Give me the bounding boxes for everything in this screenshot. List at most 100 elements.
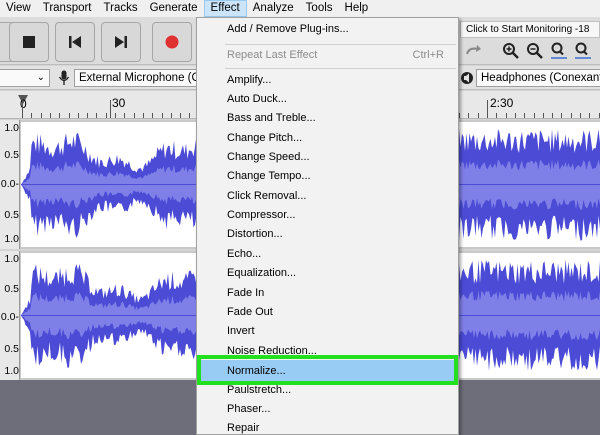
- menu-effect[interactable]: Effect: [203, 0, 247, 17]
- menu-view[interactable]: View: [0, 0, 37, 17]
- amplitude-scale: 1.0 0.5 0.0- 0.5 1.0: [0, 120, 20, 249]
- minor-tick: [189, 113, 190, 118]
- menu-tracks[interactable]: Tracks: [98, 0, 144, 17]
- minor-tick: [41, 113, 42, 118]
- menu-item-invert[interactable]: Invert: [197, 322, 458, 341]
- scale-label: 1.0: [4, 122, 19, 134]
- record-button[interactable]: [152, 22, 192, 62]
- scale-label: 1.0: [4, 253, 19, 265]
- menu-item-noise-reduction[interactable]: Noise Reduction...: [197, 342, 458, 361]
- fit-selection-icon[interactable]: [548, 40, 570, 62]
- minor-tick: [561, 113, 562, 118]
- menu-item-repeat-last-effect: Repeat Last Effect Ctrl+R: [197, 46, 458, 65]
- minor-tick: [506, 113, 507, 118]
- scale-label: 0.5: [4, 209, 19, 221]
- scale-label: 0.5: [4, 283, 19, 295]
- menubar: View Transport Tracks Generate Effect An…: [0, 0, 600, 17]
- menu-item-change-tempo[interactable]: Change Tempo...: [197, 167, 458, 186]
- fit-project-icon[interactable]: [572, 40, 594, 62]
- minor-tick: [459, 113, 460, 118]
- minor-tick: [543, 113, 544, 118]
- minor-tick: [22, 113, 23, 118]
- minor-tick: [69, 113, 70, 118]
- minor-tick: [589, 113, 590, 118]
- menu-item-echo[interactable]: Echo...: [197, 245, 458, 264]
- minor-tick: [96, 113, 97, 118]
- menu-item-paulstretch[interactable]: Paulstretch...: [197, 381, 458, 400]
- minor-tick: [162, 113, 163, 118]
- minor-tick: [31, 113, 32, 118]
- speaker-icon: [461, 72, 473, 84]
- zoom-toolbar: [460, 40, 600, 63]
- menu-item-change-speed[interactable]: Change Speed...: [197, 148, 458, 167]
- minor-tick: [143, 113, 144, 118]
- scale-label: 0.0-: [0, 178, 19, 190]
- skip-to-end-button[interactable]: [101, 22, 141, 62]
- monitor-meter[interactable]: Click to Start Monitoring -18: [460, 21, 600, 38]
- tick-label-0: 0: [20, 97, 27, 111]
- menu-item-compressor[interactable]: Compressor...: [197, 206, 458, 225]
- menu-item-repair[interactable]: Repair: [197, 419, 458, 434]
- minor-tick: [124, 113, 125, 118]
- amplitude-scale: 1.0 0.5 0.0- 0.5 1.0: [0, 251, 20, 380]
- zoom-in-icon[interactable]: [500, 40, 522, 62]
- menu-item-click-removal[interactable]: Click Removal...: [197, 187, 458, 206]
- menu-help[interactable]: Help: [339, 0, 375, 17]
- minor-tick: [152, 113, 153, 118]
- tick-label-30: 30: [112, 96, 126, 110]
- menu-generate[interactable]: Generate: [144, 0, 204, 17]
- minor-tick: [524, 113, 525, 118]
- minor-tick: [478, 113, 479, 118]
- stop-button[interactable]: [9, 22, 49, 62]
- menu-item-amplify[interactable]: Amplify...: [197, 71, 458, 90]
- menu-analyze[interactable]: Analyze: [247, 0, 300, 17]
- scale-label: 0.0-: [0, 311, 19, 323]
- minor-tick: [78, 113, 79, 118]
- menu-separator: [225, 68, 456, 69]
- chevron-down-icon: ⌄: [36, 72, 45, 83]
- input-device-dropdown[interactable]: External Microphone (C: [74, 69, 199, 87]
- menu-item-change-pitch[interactable]: Change Pitch...: [197, 129, 458, 148]
- skip-to-start-button[interactable]: [55, 22, 95, 62]
- audio-host-dropdown[interactable]: ⌄: [0, 69, 50, 87]
- minor-tick: [50, 113, 51, 118]
- scale-label: 0.5: [4, 343, 19, 355]
- skip-to-start-icon: [69, 36, 81, 48]
- menu-separator: [225, 44, 456, 45]
- minor-tick: [115, 113, 116, 118]
- menu-item-bass-treble[interactable]: Bass and Treble...: [197, 109, 458, 128]
- stop-icon: [23, 36, 35, 48]
- menu-item-auto-duck[interactable]: Auto Duck...: [197, 90, 458, 109]
- minor-tick: [496, 113, 497, 118]
- redo-icon[interactable]: [462, 40, 484, 62]
- menu-item-fade-in[interactable]: Fade In: [197, 284, 458, 303]
- menu-item-add-remove-plugins[interactable]: Add / Remove Plug-ins...: [197, 20, 458, 39]
- tick: [110, 100, 111, 118]
- effect-menu: Add / Remove Plug-ins... Repeat Last Eff…: [196, 17, 459, 435]
- menu-item-equalization[interactable]: Equalization...: [197, 264, 458, 283]
- shortcut-label: Ctrl+R: [412, 49, 444, 61]
- menu-item-distortion[interactable]: Distortion...: [197, 225, 458, 244]
- microphone-icon: [58, 70, 70, 85]
- menu-item-fade-out[interactable]: Fade Out: [197, 303, 458, 322]
- minor-tick: [87, 113, 88, 118]
- minor-tick: [180, 113, 181, 118]
- menu-item-label: Repeat Last Effect: [227, 49, 318, 61]
- minor-tick: [106, 113, 107, 118]
- minor-tick: [468, 113, 469, 118]
- menu-tools[interactable]: Tools: [300, 0, 339, 17]
- skip-to-end-icon: [115, 36, 127, 48]
- minor-tick: [487, 113, 488, 118]
- output-device-dropdown[interactable]: Headphones (Conexant I: [476, 69, 600, 87]
- minor-tick: [59, 113, 60, 118]
- menu-item-normalize[interactable]: Normalize...: [197, 360, 458, 382]
- zoom-out-icon[interactable]: [524, 40, 546, 62]
- scale-label: 1.0: [4, 365, 19, 377]
- minor-tick: [580, 113, 581, 118]
- scale-label: 1.0: [4, 233, 19, 245]
- menu-item-phaser[interactable]: Phaser...: [197, 400, 458, 419]
- menu-transport[interactable]: Transport: [37, 0, 98, 17]
- record-icon: [165, 35, 179, 49]
- scale-label: 0.5: [4, 149, 19, 161]
- minor-tick: [134, 113, 135, 118]
